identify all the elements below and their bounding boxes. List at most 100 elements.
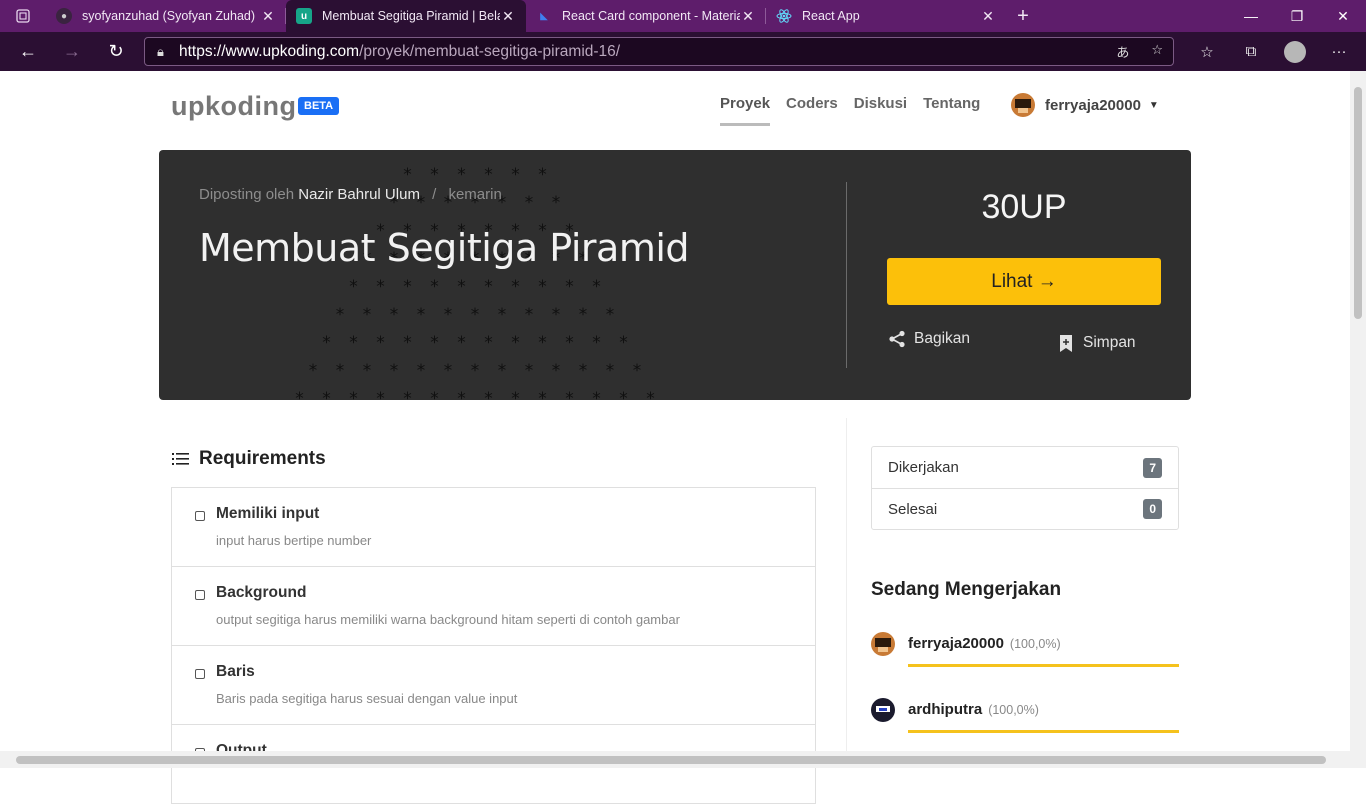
worker-name: ardhiputra — [908, 701, 982, 718]
close-window-icon[interactable]: ✕ — [1320, 0, 1366, 32]
worker-name: ferryaja20000 — [908, 635, 1004, 652]
count-badge: 7 — [1143, 458, 1162, 478]
vertical-scrollbar[interactable] — [1350, 71, 1366, 751]
nav-tentang[interactable]: Tentang — [923, 95, 980, 126]
site-logo[interactable]: upkoding — [171, 91, 296, 122]
more-menu-icon[interactable]: ··· — [1317, 32, 1361, 71]
progress-bar — [908, 664, 1179, 667]
restore-icon[interactable]: ❐ — [1274, 0, 1320, 32]
close-tab-icon[interactable]: ✕ — [740, 8, 756, 25]
svg-text:*: * — [348, 389, 358, 400]
svg-text:*: * — [416, 361, 426, 381]
share-button[interactable]: Bagikan — [888, 330, 970, 348]
svg-text:*: * — [510, 389, 520, 400]
svg-text:*: * — [389, 361, 399, 381]
list-icon — [172, 452, 189, 466]
profile-avatar[interactable] — [1273, 32, 1317, 71]
stat-row: Dikerjakan 7 — [872, 447, 1178, 488]
worker-progress-text: (100,0%) — [1010, 637, 1061, 651]
nav-coders[interactable]: Coders — [786, 95, 838, 126]
requirement-desc: input harus bertipe number — [216, 533, 371, 548]
favorites-icon[interactable]: ☆ — [1185, 32, 1229, 71]
svg-text:*: * — [497, 361, 507, 381]
horizontal-scrollbar[interactable] — [0, 751, 1366, 768]
worker-item[interactable]: ardhiputra(100,0%) — [871, 698, 1179, 738]
browser-toolbar: ← → ↻ 🔒︎ https://www.upkoding.com/proyek… — [0, 32, 1366, 71]
worker-name-wrap: ferryaja20000 (100,0%) — [908, 635, 1061, 652]
close-tab-icon[interactable]: ✕ — [980, 8, 996, 25]
tab-actions-icon[interactable] — [0, 0, 46, 32]
divider — [846, 182, 847, 368]
project-title: Membuat Segitiga Piramid — [199, 226, 689, 270]
url-path: /proyek/membuat-segitiga-piramid-16/ — [359, 43, 620, 61]
github-icon: ● — [56, 8, 72, 24]
scroll-thumb[interactable] — [1354, 87, 1362, 319]
svg-text:*: * — [321, 389, 331, 400]
stat-label: Dikerjakan — [888, 459, 959, 476]
upkoding-icon: u — [296, 8, 312, 24]
svg-text:*: * — [537, 277, 547, 297]
browser-tab-bar: ● syofyanzuhad (Syofyan Zuhad) ✕ u Membu… — [0, 0, 1366, 32]
requirement-desc: Baris pada segitiga harus sesuai dengan … — [216, 691, 517, 706]
browser-tab[interactable]: ◣ React Card component - Material ✕ — [526, 0, 766, 32]
save-button[interactable]: Simpan — [1059, 334, 1136, 352]
svg-text:*: * — [578, 361, 588, 381]
svg-text:*: * — [591, 277, 601, 297]
svg-text:*: * — [632, 361, 642, 381]
refresh-icon[interactable]: ↻ — [94, 32, 138, 71]
svg-text:*: * — [389, 305, 399, 325]
stat-row: Selesai 0 — [872, 488, 1178, 529]
user-menu[interactable]: ferryaja20000 ▼ — [1011, 93, 1159, 117]
add-favorite-icon[interactable]: ☆ — [1151, 42, 1163, 61]
svg-text:*: * — [551, 193, 561, 213]
count-badge: 0 — [1143, 499, 1162, 519]
svg-text:*: * — [456, 277, 466, 297]
svg-text:*: * — [591, 333, 601, 353]
address-bar[interactable]: 🔒︎ https://www.upkoding.com/proyek/membu… — [144, 37, 1174, 66]
back-icon[interactable]: ← — [6, 32, 50, 71]
svg-text:*: * — [348, 333, 358, 353]
minimize-icon[interactable]: — — [1228, 0, 1274, 32]
posted-time: kemarin — [448, 186, 501, 203]
posted-prefix: Diposting oleh — [199, 186, 294, 203]
browser-tab[interactable]: React App ✕ — [766, 0, 1006, 32]
svg-text:*: * — [375, 277, 385, 297]
react-icon — [776, 8, 792, 24]
close-tab-icon[interactable]: ✕ — [500, 8, 516, 25]
requirement-checkbox[interactable] — [195, 590, 205, 600]
close-tab-icon[interactable]: ✕ — [260, 8, 276, 25]
requirement-checkbox[interactable] — [195, 669, 205, 679]
content-divider — [846, 418, 847, 758]
svg-text:*: * — [524, 361, 534, 381]
list-item: Background output segitiga harus memilik… — [172, 567, 815, 646]
worker-avatar — [871, 632, 895, 656]
svg-text:*: * — [618, 333, 628, 353]
worker-item[interactable]: ferryaja20000 (100,0%) — [871, 632, 1179, 672]
requirements-heading: Requirements — [172, 448, 326, 470]
nav-proyek[interactable]: Proyek — [720, 95, 770, 126]
svg-text:*: * — [402, 389, 412, 400]
tab-title: Membuat Segitiga Piramid | Belajar — [322, 9, 500, 23]
requirement-checkbox[interactable] — [195, 511, 205, 521]
browser-tab-active[interactable]: u Membuat Segitiga Piramid | Belajar ✕ — [286, 0, 526, 32]
read-aloud-icon[interactable]: あ — [1116, 42, 1129, 61]
svg-text:*: * — [429, 333, 439, 353]
view-button[interactable]: Lihat → — [887, 258, 1161, 305]
svg-text:*: * — [564, 277, 574, 297]
svg-text:*: * — [591, 389, 601, 400]
user-avatar — [1011, 93, 1035, 117]
collections-icon[interactable]: ⧉ — [1229, 32, 1273, 71]
nav-diskusi[interactable]: Diskusi — [854, 95, 907, 126]
forward-icon[interactable]: → — [50, 32, 94, 71]
svg-text:*: * — [578, 305, 588, 325]
list-item: Memiliki input input harus bertipe numbe… — [172, 488, 815, 567]
project-hero: ****************************************… — [159, 150, 1191, 400]
browser-tab[interactable]: ● syofyanzuhad (Syofyan Zuhad) ✕ — [46, 0, 286, 32]
new-tab-icon[interactable]: + — [1006, 0, 1040, 32]
lock-icon[interactable]: 🔒︎ — [157, 44, 179, 60]
project-points: 30UP — [887, 188, 1161, 227]
svg-text:*: * — [416, 305, 426, 325]
svg-text:*: * — [456, 165, 466, 185]
author-link[interactable]: Nazir Bahrul Ulum — [298, 186, 420, 203]
scroll-thumb[interactable] — [16, 756, 1326, 764]
